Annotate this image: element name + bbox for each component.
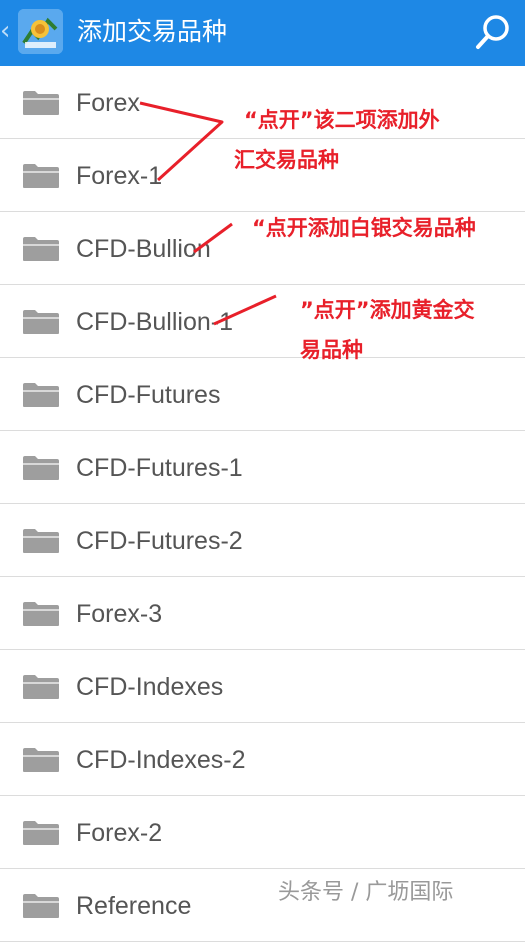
annotation-forex-line1: “点开”该二项添加外 <box>244 108 440 132</box>
metatrader-logo-icon[interactable] <box>18 9 63 54</box>
folder-icon <box>23 675 59 699</box>
search-icon[interactable] <box>472 11 514 53</box>
symbol-group-list: Forex Forex-1 CFD-Bullion CFD-Bullion-1 … <box>0 66 525 942</box>
list-item[interactable]: Forex-2 <box>0 796 525 869</box>
list-item[interactable]: CFD-Indexes-2 <box>0 723 525 796</box>
folder-icon <box>23 456 59 480</box>
list-item-label: CFD-Futures-2 <box>76 527 243 555</box>
list-item-label: CFD-Futures-1 <box>76 454 243 482</box>
annotation-gold-line1: ”点开”添加黄金交 <box>300 298 475 322</box>
folder-icon <box>23 164 59 188</box>
list-item[interactable]: CFD-Indexes <box>0 650 525 723</box>
list-item[interactable]: CFD-Futures-2 <box>0 504 525 577</box>
folder-icon <box>23 529 59 553</box>
list-item-label: Forex <box>76 89 140 117</box>
folder-icon <box>23 748 59 772</box>
list-item-label: CFD-Bullion <box>76 235 211 263</box>
list-item[interactable]: CFD-Futures <box>0 358 525 431</box>
watermark: 头条号 / 广坜国际 <box>278 880 454 905</box>
folder-icon <box>23 602 59 626</box>
list-item-label: Forex-2 <box>76 819 163 847</box>
folder-icon <box>23 91 59 115</box>
folder-icon <box>23 310 59 334</box>
app-bar: ‹ 添加交易品种 <box>0 0 525 66</box>
annotation-silver: “点开添加白银交易品种 <box>252 216 476 240</box>
list-item-label: CFD-Indexes <box>76 673 224 701</box>
annotation-forex-line2: 汇交易品种 <box>234 148 339 172</box>
folder-icon <box>23 383 59 407</box>
folder-icon <box>23 821 59 845</box>
folder-icon <box>23 237 59 261</box>
annotation-gold-line2: 易品种 <box>300 338 363 362</box>
page-title: 添加交易品种 <box>77 17 228 46</box>
chevron-left-icon[interactable]: ‹ <box>0 16 12 46</box>
list-item-label: Forex-1 <box>76 162 163 190</box>
list-item-label: CFD-Bullion-1 <box>76 308 233 336</box>
list-item-label: CFD-Indexes-2 <box>76 746 246 774</box>
list-item[interactable]: Forex-3 <box>0 577 525 650</box>
folder-icon <box>23 894 59 918</box>
list-item-label: CFD-Futures <box>76 381 221 409</box>
list-item-label: Reference <box>76 892 192 920</box>
list-item[interactable]: CFD-Futures-1 <box>0 431 525 504</box>
list-item-label: Forex-3 <box>76 600 163 628</box>
